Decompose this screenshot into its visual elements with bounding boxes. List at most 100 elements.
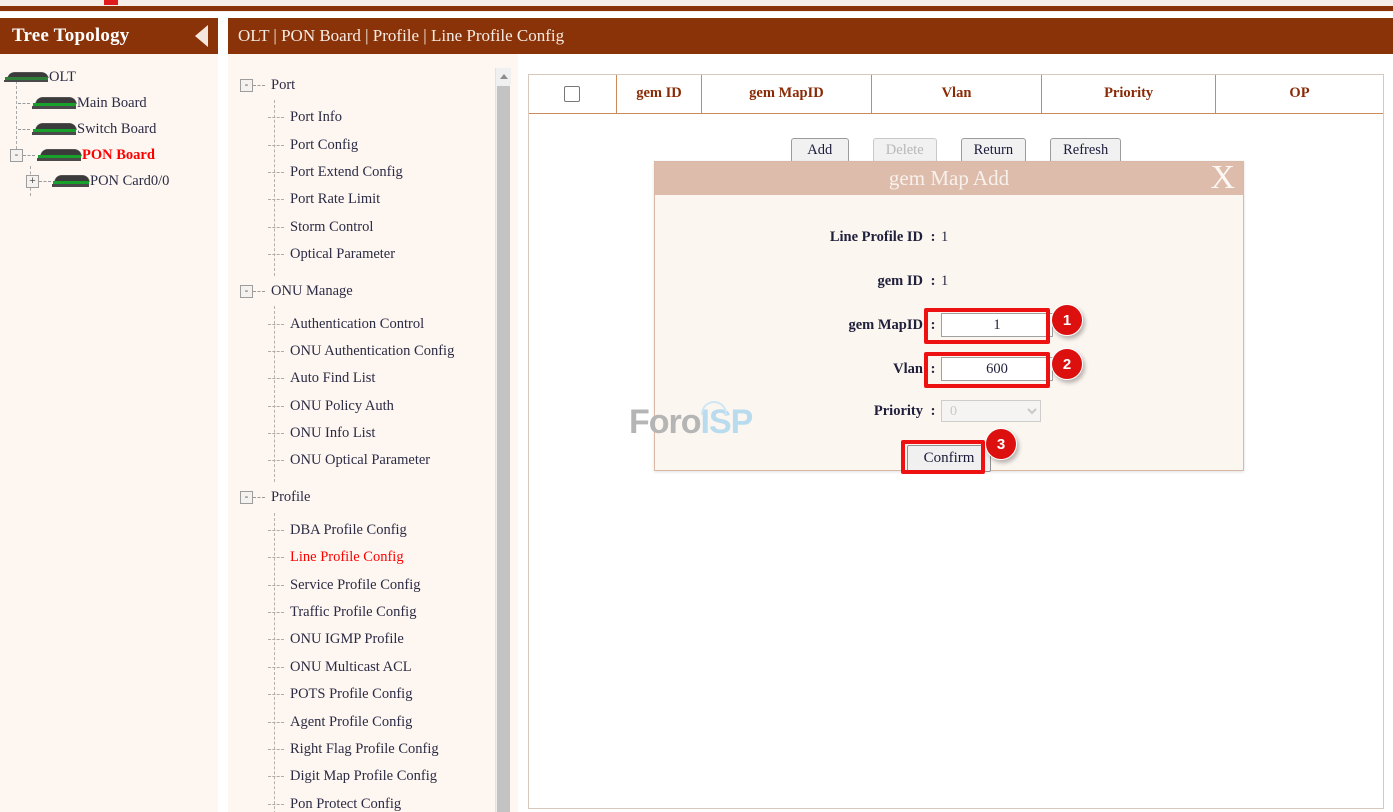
- menu-item-label: Optical Parameter: [290, 246, 395, 263]
- return-button[interactable]: Return: [961, 138, 1026, 163]
- top-strip-rule: [0, 6, 1393, 11]
- menu-branch-line: [268, 227, 284, 228]
- menu-item-dba-profile-config[interactable]: DBA Profile Config: [268, 517, 502, 544]
- menu-collapse-toggle[interactable]: -: [240, 79, 253, 92]
- tree-collapse-toggle[interactable]: -: [10, 149, 23, 162]
- menu-item-optical-parameter[interactable]: Optical Parameter: [268, 241, 502, 268]
- tree-node-label: Main Board: [77, 95, 147, 112]
- menu-group-onu-manage[interactable]: - ONU Manage: [240, 278, 502, 304]
- tree-expand-toggle[interactable]: +: [26, 175, 39, 188]
- menu-group-label: Port: [271, 77, 295, 94]
- tree-branch-line: [18, 103, 30, 104]
- top-strip-clipped-text: .: [104, 0, 118, 5]
- menu-item-onu-igmp-profile[interactable]: ONU IGMP Profile: [268, 626, 502, 653]
- field-line-profile-id: Line Profile ID : 1: [655, 215, 1243, 259]
- column-vlan: Vlan: [871, 75, 1042, 113]
- device-board-icon: [51, 175, 89, 188]
- menu-branch-line: [253, 497, 265, 498]
- menu-item-right-flag-profile-config[interactable]: Right Flag Profile Config: [268, 736, 502, 763]
- tree-node-label: OLT: [49, 69, 76, 86]
- tree-node-olt[interactable]: OLT: [0, 64, 218, 90]
- menu-item-service-profile-config[interactable]: Service Profile Config: [268, 571, 502, 598]
- refresh-button[interactable]: Refresh: [1050, 138, 1121, 163]
- menu-group-profile[interactable]: - Profile: [240, 485, 502, 511]
- menu-branch-line: [268, 585, 284, 586]
- tree-branch-line: [23, 155, 35, 156]
- tree-node-pon-board[interactable]: - PON Board: [0, 142, 218, 168]
- menu-item-auto-find-list[interactable]: Auto Find List: [268, 365, 502, 392]
- menu-item-digit-map-profile-config[interactable]: Digit Map Profile Config: [268, 763, 502, 790]
- field-label: Priority: [655, 403, 925, 420]
- column-gem-mapid: gem MapID: [702, 75, 872, 113]
- menu-branch-line: [268, 406, 284, 407]
- menu-item-label: ONU IGMP Profile: [290, 631, 404, 648]
- menu-branch-line: [253, 85, 265, 86]
- menu-branch-line: [268, 433, 284, 434]
- field-priority: Priority : 0: [655, 391, 1243, 431]
- menu-item-onu-authentication-config[interactable]: ONU Authentication Config: [268, 338, 502, 365]
- menu-item-traffic-profile-config[interactable]: Traffic Profile Config: [268, 599, 502, 626]
- tree-node-switch-board[interactable]: Switch Board: [0, 116, 218, 142]
- field-vlan: Vlan : 2: [655, 347, 1243, 391]
- menu-item-agent-profile-config[interactable]: Agent Profile Config: [268, 708, 502, 735]
- menu-branch-line: [268, 324, 284, 325]
- menu-item-label: Port Info: [290, 109, 342, 126]
- menu-item-onu-info-list[interactable]: ONU Info List: [268, 420, 502, 447]
- menu-item-onu-optical-parameter[interactable]: ONU Optical Parameter: [268, 447, 502, 474]
- field-colon: :: [925, 361, 941, 378]
- gem-map-add-dialog: gem Map Add X ForoISP Line Profile ID : …: [654, 161, 1244, 471]
- field-label: gem MapID: [655, 317, 925, 334]
- menu-group-port[interactable]: - Port: [240, 72, 502, 98]
- menu-item-port-rate-limit[interactable]: Port Rate Limit: [268, 186, 502, 213]
- close-icon[interactable]: X: [1210, 158, 1235, 198]
- tree-node-label: Switch Board: [77, 121, 156, 138]
- device-board-icon: [30, 123, 76, 136]
- dialog-body: ForoISP Line Profile ID : 1 gem ID : 1 g…: [655, 195, 1243, 472]
- menu-item-label: Port Rate Limit: [290, 191, 380, 208]
- column-gem-id: gem ID: [616, 75, 701, 113]
- scroll-up-icon[interactable]: [496, 68, 511, 84]
- select-all-checkbox[interactable]: [564, 86, 580, 102]
- menu-branch-line: [268, 199, 284, 200]
- menu-item-onu-policy-auth[interactable]: ONU Policy Auth: [268, 393, 502, 420]
- field-colon: :: [925, 403, 941, 420]
- menu-item-storm-control[interactable]: Storm Control: [268, 214, 502, 241]
- menu-item-pon-protect-config[interactable]: Pon Protect Config: [268, 791, 502, 812]
- menu-branch-line: [268, 460, 284, 461]
- menu-item-label: Pon Protect Config: [290, 796, 401, 812]
- vlan-input[interactable]: [941, 357, 1053, 381]
- menu-item-label: Digit Map Profile Config: [290, 768, 437, 785]
- delete-button: Delete: [873, 138, 937, 163]
- add-button[interactable]: Add: [791, 138, 849, 163]
- caret-left-icon[interactable]: [195, 25, 208, 47]
- tree-topology-header: Tree Topology: [0, 18, 218, 54]
- tree-node-main-board[interactable]: Main Board: [0, 90, 218, 116]
- menu-branch-line: [268, 557, 284, 558]
- annotation-badge-1: 1: [1051, 304, 1083, 336]
- menu-item-port-extend-config[interactable]: Port Extend Config: [268, 159, 502, 186]
- menu-scrollbar[interactable]: [495, 68, 510, 812]
- menu-collapse-toggle[interactable]: -: [240, 491, 253, 504]
- menu-branch-line: [253, 291, 265, 292]
- column-select-all: [529, 75, 616, 113]
- tree-topology-panel: Tree Topology OLT Main Board: [0, 18, 218, 812]
- gem-mapid-input[interactable]: [941, 313, 1053, 337]
- navigation-menu-scroll-area: - Port Port Info Port Config Port Extend…: [228, 54, 502, 812]
- menu-item-label: DBA Profile Config: [290, 522, 407, 539]
- menu-branch-line: [268, 378, 284, 379]
- tree-node-label: PON Board: [82, 147, 155, 164]
- menu-item-label: Authentication Control: [290, 316, 424, 333]
- menu-item-pots-profile-config[interactable]: POTS Profile Config: [268, 681, 502, 708]
- menu-item-port-config[interactable]: Port Config: [268, 131, 502, 158]
- tree-node-pon-card[interactable]: + PON Card0/0: [0, 168, 218, 194]
- menu-item-authentication-control[interactable]: Authentication Control: [268, 310, 502, 337]
- menu-item-onu-multicast-acl[interactable]: ONU Multicast ACL: [268, 654, 502, 681]
- device-board-icon: [4, 72, 48, 83]
- menu-item-line-profile-config[interactable]: Line Profile Config: [268, 544, 502, 571]
- menu-branch-line: [268, 351, 284, 352]
- field-label: Line Profile ID: [655, 229, 925, 246]
- menu-item-port-info[interactable]: Port Info: [268, 104, 502, 131]
- scrollbar-thumb[interactable]: [497, 86, 510, 812]
- confirm-button[interactable]: Confirm: [907, 445, 992, 472]
- menu-collapse-toggle[interactable]: -: [240, 285, 253, 298]
